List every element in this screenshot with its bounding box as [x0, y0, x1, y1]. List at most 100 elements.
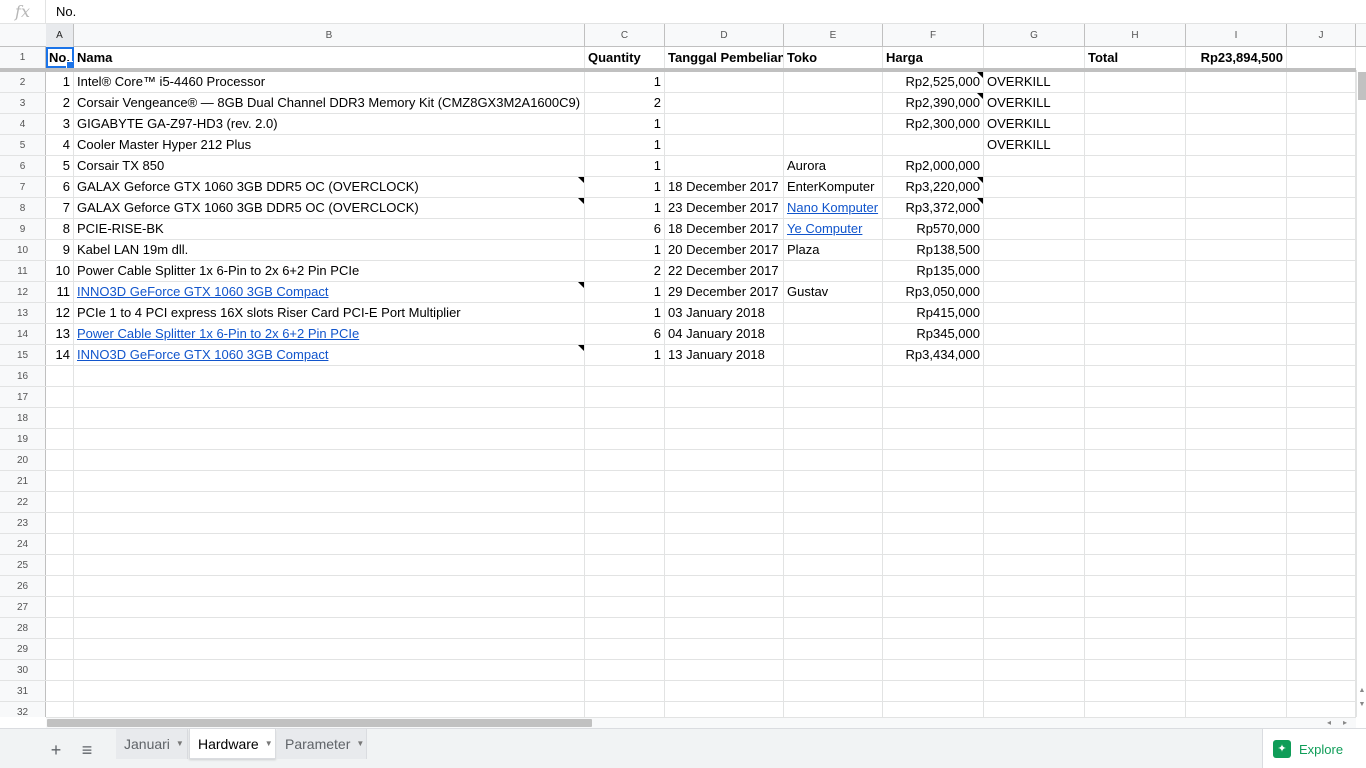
cell-d[interactable]: [665, 72, 784, 92]
cell-c[interactable]: [585, 408, 665, 428]
column-header-g[interactable]: G: [984, 24, 1085, 47]
cell-d[interactable]: [665, 114, 784, 134]
cell-h[interactable]: [1085, 219, 1186, 239]
cell-d[interactable]: [665, 660, 784, 680]
cell-a[interactable]: [46, 513, 74, 533]
cell-e[interactable]: [784, 93, 883, 113]
cell-f[interactable]: [883, 639, 984, 659]
cell-a[interactable]: [46, 618, 74, 638]
cell-c[interactable]: Quantity: [585, 47, 665, 68]
cell-g[interactable]: [984, 366, 1085, 386]
cell-b[interactable]: Kabel LAN 19m dll.: [74, 240, 585, 260]
cell-b[interactable]: [74, 387, 585, 407]
cell-g[interactable]: [984, 492, 1085, 512]
cell-b[interactable]: [74, 639, 585, 659]
row-number[interactable]: 4: [0, 114, 46, 134]
cell-h[interactable]: [1085, 93, 1186, 113]
cell-f[interactable]: Rp3,372,000: [883, 198, 984, 218]
caret-down-icon[interactable]: ▼: [356, 730, 364, 758]
cell-f[interactable]: [883, 408, 984, 428]
cell-d[interactable]: [665, 450, 784, 470]
cell-g[interactable]: [984, 282, 1085, 302]
cell-b[interactable]: [74, 681, 585, 701]
cell-j[interactable]: [1287, 72, 1356, 92]
cell-f[interactable]: Rp3,434,000: [883, 345, 984, 365]
cell-g[interactable]: OVERKILL: [984, 135, 1085, 155]
cell-f[interactable]: Rp415,000: [883, 303, 984, 323]
cell-g[interactable]: [984, 156, 1085, 176]
cell-f[interactable]: Rp138,500: [883, 240, 984, 260]
cell-f[interactable]: Rp345,000: [883, 324, 984, 344]
cell-g[interactable]: [984, 450, 1085, 470]
cell-d[interactable]: [665, 387, 784, 407]
cell-d[interactable]: [665, 156, 784, 176]
cell-a[interactable]: 7: [46, 198, 74, 218]
cell-h[interactable]: [1085, 597, 1186, 617]
cell-g[interactable]: [984, 660, 1085, 680]
row-number[interactable]: 7: [0, 177, 46, 197]
cell-c[interactable]: 1: [585, 177, 665, 197]
add-sheet-button[interactable]: +: [43, 737, 69, 763]
cell-a[interactable]: [46, 597, 74, 617]
cell-d[interactable]: [665, 534, 784, 554]
tab-januari[interactable]: Januari ▼: [116, 729, 188, 759]
cell-f[interactable]: [883, 618, 984, 638]
cell-j[interactable]: [1287, 156, 1356, 176]
cell-h[interactable]: [1085, 72, 1186, 92]
cell-c[interactable]: 1: [585, 303, 665, 323]
cell-j[interactable]: [1287, 282, 1356, 302]
cell-h[interactable]: [1085, 681, 1186, 701]
cell-g[interactable]: [984, 534, 1085, 554]
cell-h[interactable]: [1085, 471, 1186, 491]
row-number[interactable]: 32: [0, 702, 46, 717]
cell-i[interactable]: [1186, 198, 1287, 218]
cell-d[interactable]: 18 December 2017: [665, 177, 784, 197]
cell-h[interactable]: [1085, 240, 1186, 260]
cell-e[interactable]: [784, 387, 883, 407]
cell-d[interactable]: [665, 639, 784, 659]
cell-f[interactable]: [883, 135, 984, 155]
cell-f[interactable]: Rp2,000,000: [883, 156, 984, 176]
cell-f[interactable]: [883, 492, 984, 512]
cell-i[interactable]: [1186, 534, 1287, 554]
cell-e[interactable]: [784, 303, 883, 323]
row-number[interactable]: 1: [0, 47, 46, 68]
cell-f[interactable]: Rp3,050,000: [883, 282, 984, 302]
cell-e[interactable]: [784, 576, 883, 596]
cell-a[interactable]: 3: [46, 114, 74, 134]
cell-j[interactable]: [1287, 47, 1356, 68]
cell-e[interactable]: [784, 72, 883, 92]
cell-f[interactable]: [883, 429, 984, 449]
cell-i[interactable]: [1186, 450, 1287, 470]
cell-h[interactable]: [1085, 387, 1186, 407]
cell-j[interactable]: [1287, 492, 1356, 512]
cell-f[interactable]: [883, 534, 984, 554]
cell-j[interactable]: [1287, 387, 1356, 407]
cell-f[interactable]: Harga: [883, 47, 984, 68]
cell-c[interactable]: 1: [585, 156, 665, 176]
cell-i[interactable]: [1186, 387, 1287, 407]
row-number[interactable]: 19: [0, 429, 46, 449]
cell-g[interactable]: [984, 639, 1085, 659]
row-number[interactable]: 25: [0, 555, 46, 575]
cell-h[interactable]: [1085, 114, 1186, 134]
cell-e[interactable]: [784, 702, 883, 717]
cell-j[interactable]: [1287, 681, 1356, 701]
column-header-d[interactable]: D: [665, 24, 784, 47]
cell-c[interactable]: [585, 702, 665, 717]
cell-g[interactable]: [984, 177, 1085, 197]
cell-f[interactable]: Rp2,390,000: [883, 93, 984, 113]
cell-a[interactable]: 6: [46, 177, 74, 197]
cell-i[interactable]: [1186, 681, 1287, 701]
cell-h[interactable]: [1085, 177, 1186, 197]
formula-input[interactable]: No.: [46, 4, 76, 19]
cell-j[interactable]: [1287, 345, 1356, 365]
cell-j[interactable]: [1287, 303, 1356, 323]
scroll-down-icon[interactable]: ▼: [1358, 700, 1366, 710]
cell-b[interactable]: INNO3D GeForce GTX 1060 3GB Compact: [74, 282, 585, 302]
row-number[interactable]: 9: [0, 219, 46, 239]
cell-b[interactable]: INNO3D GeForce GTX 1060 3GB Compact: [74, 345, 585, 365]
column-header-j[interactable]: J: [1287, 24, 1356, 47]
cell-d[interactable]: [665, 618, 784, 638]
cell-c[interactable]: [585, 534, 665, 554]
